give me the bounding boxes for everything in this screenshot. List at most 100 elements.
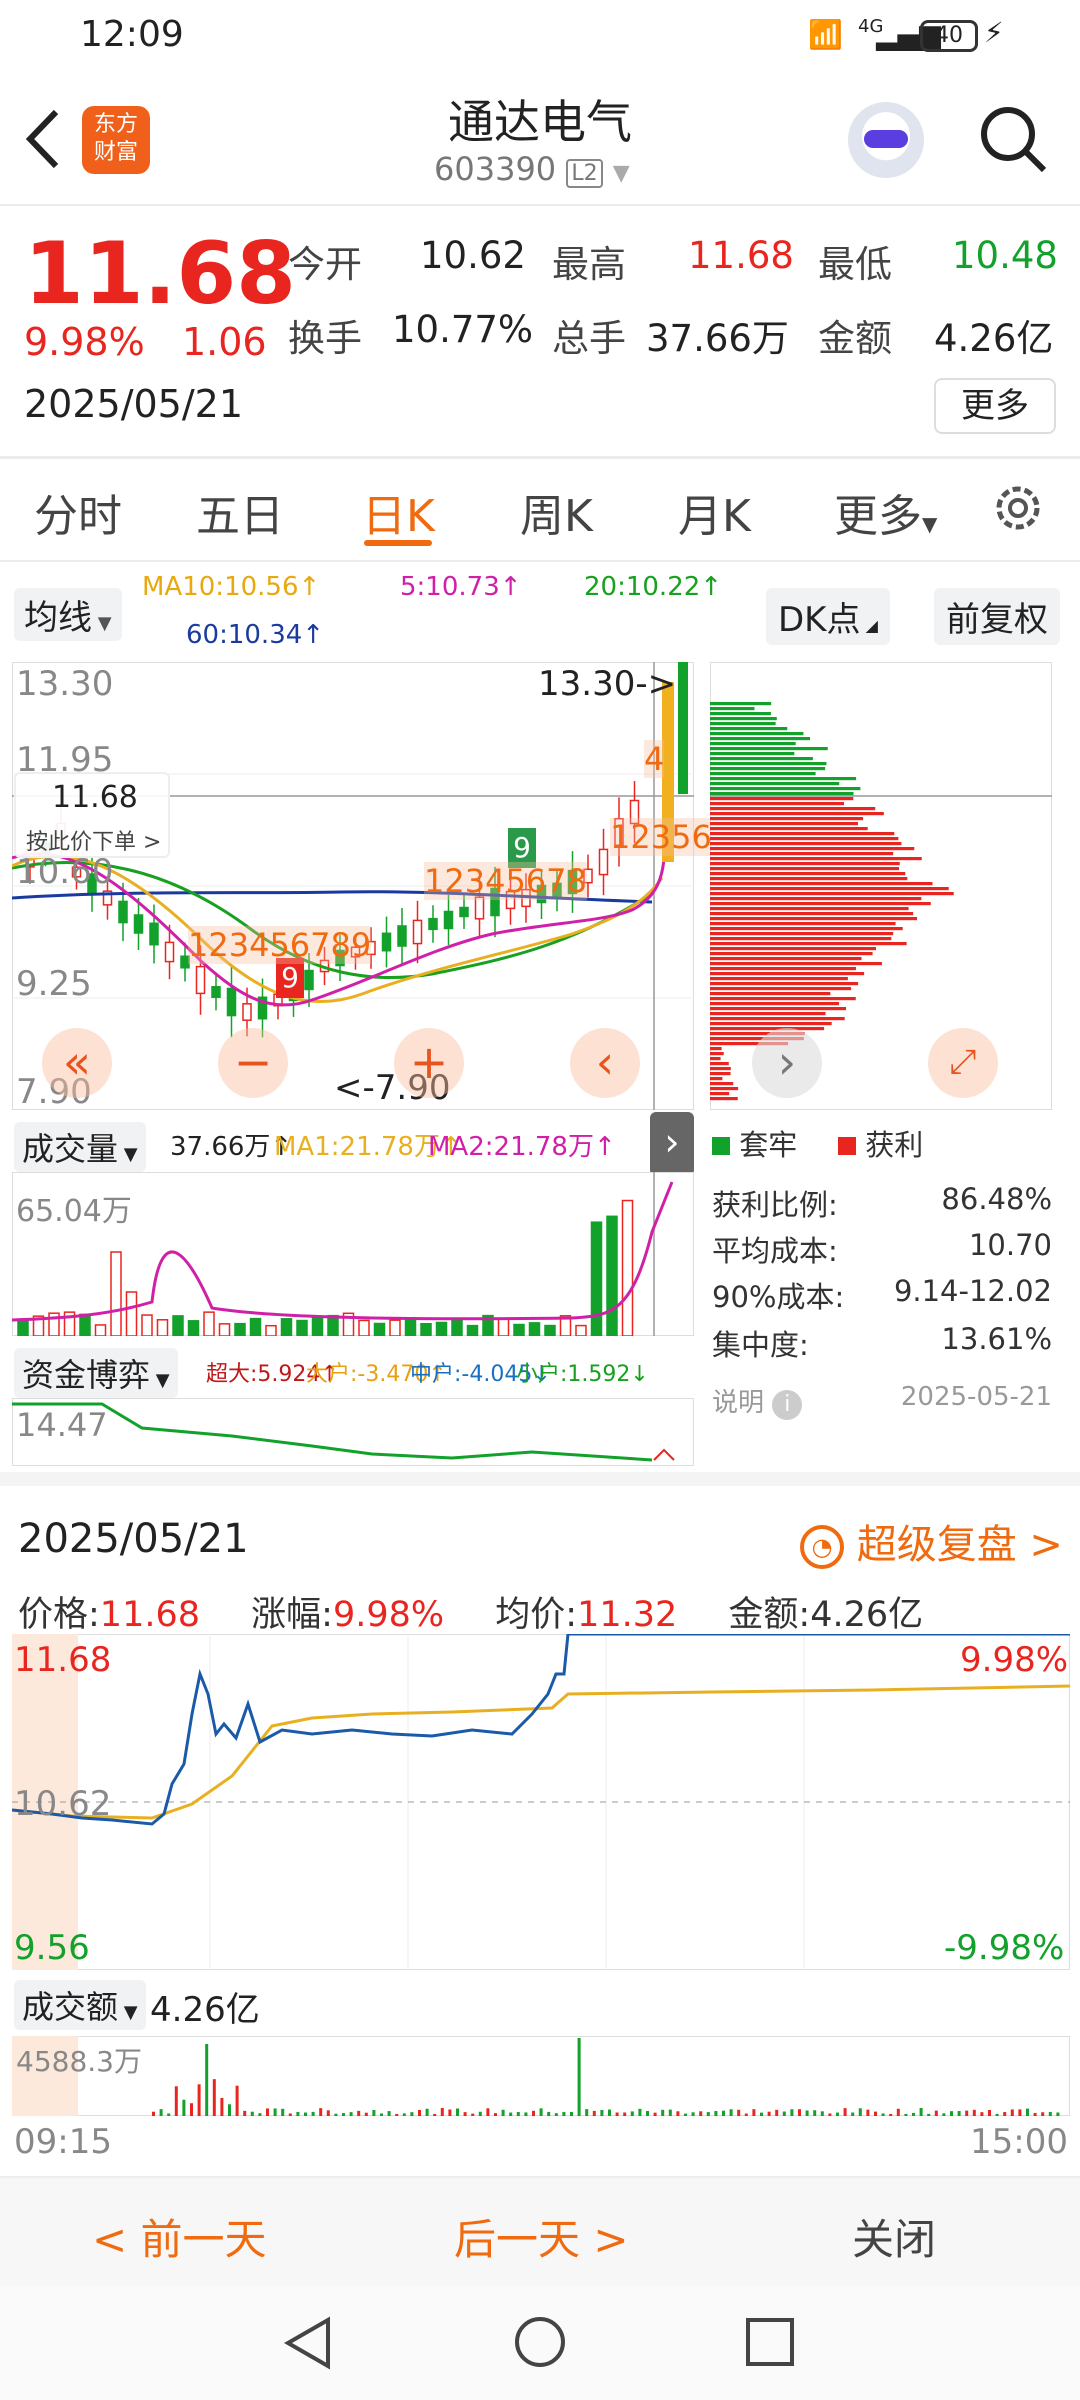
tab-intraday[interactable]: 分时: [34, 480, 122, 544]
amount-bar: [167, 2113, 171, 2116]
kline-y-mid2: 10.60: [16, 852, 114, 892]
step-left-icon[interactable]: ‹: [570, 1028, 640, 1098]
collapse-panel-icon[interactable]: ›: [650, 1112, 694, 1176]
volume-bar: [125, 1291, 138, 1336]
zoom-out-icon[interactable]: −: [218, 1028, 288, 1098]
amount-bar: [418, 2109, 421, 2116]
settings-gear-icon[interactable]: [990, 480, 1046, 536]
replay-date: 2025/05/21: [18, 1516, 249, 1562]
nav-recents-icon[interactable]: [744, 2316, 796, 2368]
back-arrow-icon[interactable]: [22, 108, 66, 170]
volume-bar: [621, 1199, 634, 1336]
amount-bar: [456, 2108, 459, 2116]
chip-bar: [710, 792, 854, 796]
next-day-button[interactable]: 后一天 >: [454, 2206, 629, 2267]
replay-stats: 价格:11.68 涨幅:9.98% 均价:11.32 金额:4.26亿: [18, 1586, 923, 1637]
tab-more[interactable]: 更多▼: [834, 480, 937, 544]
expand-right-icon[interactable]: ›: [752, 1028, 822, 1098]
chip-bar: [710, 812, 884, 816]
amount-bar: [562, 2112, 566, 2116]
chip-bar: [710, 702, 772, 706]
nav-home-icon[interactable]: [512, 2314, 568, 2370]
replay-link[interactable]: ◔ 超级复盘 >: [800, 1512, 1063, 1570]
amount-bar: [577, 2038, 581, 2116]
charging-icon: ⚡: [984, 16, 1004, 49]
chip-note-row[interactable]: 说明 i 2025-05-21: [712, 1382, 1052, 1420]
amount-bar: [1056, 2112, 1060, 2116]
volume-bar: [466, 1324, 479, 1336]
chip-bar: [710, 887, 949, 891]
cursor-order-hint: 按此价下单 >: [26, 830, 162, 855]
amount-bar: [463, 2112, 467, 2116]
search-icon[interactable]: [976, 102, 1050, 176]
cursor-price: 11.68: [52, 780, 138, 815]
more-button[interactable]: 更多: [934, 378, 1056, 434]
chip-bar: [710, 902, 931, 906]
tab-weekly-k[interactable]: 周K: [520, 480, 593, 544]
amount-bar: [653, 2112, 657, 2116]
chip-bar: [710, 912, 914, 916]
tab-monthly-k[interactable]: 月K: [678, 480, 751, 544]
chip-bar: [710, 997, 856, 1001]
close-button[interactable]: 关闭: [852, 2206, 936, 2267]
chip-bar: [710, 937, 892, 941]
robot-avatar-icon[interactable]: [848, 102, 924, 178]
fund-chart[interactable]: [12, 1398, 694, 1466]
rewind-icon[interactable]: «: [42, 1028, 112, 1098]
amount-bar: [843, 2108, 847, 2116]
chip-bar: [710, 1007, 847, 1011]
amount-bar: [220, 2097, 224, 2116]
volume-bar: [420, 1322, 432, 1336]
amount-bar: [988, 2110, 991, 2116]
battery-icon: 40: [920, 20, 978, 52]
amount-bar: [395, 2113, 399, 2116]
adjust-mode-button[interactable]: 前复权: [934, 588, 1060, 645]
fund-selector-label: 资金博弈: [22, 1356, 151, 1394]
tab-daily-k[interactable]: 日K: [362, 480, 435, 544]
volume-bar: [296, 1319, 308, 1336]
chip-bar: [710, 1012, 826, 1016]
amount-bar: [957, 2111, 961, 2116]
amount-bar: [501, 2109, 505, 2116]
nav-back-icon[interactable]: [282, 2316, 336, 2370]
chip-bar: [710, 897, 922, 901]
caret-down-icon: ▼: [922, 512, 938, 536]
amount-bar: [349, 2112, 353, 2116]
chip-bar: [710, 987, 852, 991]
fund-selector[interactable]: 资金博弈 ▼: [14, 1348, 178, 1398]
intraday-amount-chart[interactable]: [12, 2036, 1070, 2116]
amount-bar: [532, 2110, 535, 2116]
chip-bar: [710, 817, 864, 821]
amount-bar: [182, 2099, 186, 2116]
time-start: 09:15: [14, 2122, 112, 2162]
chip-bar: [710, 1092, 730, 1096]
intraday-chart[interactable]: [12, 1634, 1070, 1970]
amount-bar: [235, 2085, 239, 2116]
amount-bar: [729, 2109, 733, 2116]
change-amount: 1.06: [182, 320, 267, 364]
amount-bar: [342, 2113, 345, 2116]
amount-selector[interactable]: 成交额 ▼: [14, 1980, 146, 2030]
volume-bar: [451, 1318, 463, 1336]
amount-bar: [364, 2112, 368, 2116]
tab-five-day[interactable]: 五日: [196, 480, 284, 544]
price-cursor-box[interactable]: 11.68 按此价下单 >: [14, 772, 170, 858]
amount-bar: [152, 2111, 155, 2116]
zoom-in-icon[interactable]: +: [394, 1028, 464, 1098]
amount-bar: [1018, 2109, 1022, 2116]
stock-code-row[interactable]: 603390 L2 ▼: [434, 150, 630, 188]
fullscreen-icon[interactable]: ⤢: [928, 1028, 998, 1098]
ma-selector[interactable]: 均线 ▼: [14, 588, 122, 641]
chip-bar: [710, 752, 795, 756]
amount-bar: [950, 2111, 953, 2116]
chip-bar: [710, 892, 954, 896]
dk-point-button[interactable]: DK点 ◢: [766, 588, 890, 645]
chip-bar: [710, 1077, 723, 1081]
volume-selector[interactable]: 成交量 ▼: [14, 1122, 146, 1172]
amount-bar: [1033, 2112, 1037, 2116]
prev-day-button[interactable]: < 前一天: [92, 2206, 267, 2267]
stat-label: 获利比例:: [712, 1188, 838, 1222]
amount-bar: [547, 2111, 551, 2116]
chip-bar: [710, 872, 906, 876]
intraday-y-mid: 10.62: [14, 1784, 112, 1824]
